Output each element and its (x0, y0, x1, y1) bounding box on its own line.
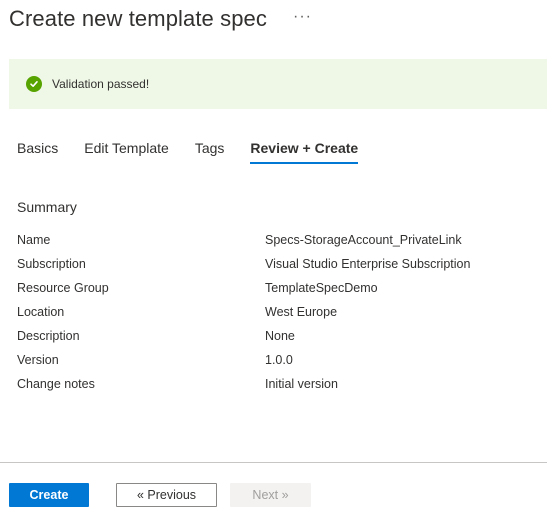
summary-key: Subscription (17, 257, 86, 271)
summary-list: Name Specs-StorageAccount_PrivateLink Su… (17, 228, 537, 396)
previous-button[interactable]: « Previous (116, 483, 217, 507)
tab-basics[interactable]: Basics (17, 140, 58, 164)
footer-divider (0, 462, 547, 463)
summary-row-name: Name Specs-StorageAccount_PrivateLink (17, 228, 537, 252)
tab-tags[interactable]: Tags (195, 140, 225, 164)
summary-value: Visual Studio Enterprise Subscription (265, 257, 471, 271)
next-button[interactable]: Next » (230, 483, 311, 507)
success-check-icon (26, 76, 42, 92)
summary-value: TemplateSpecDemo (265, 281, 378, 295)
summary-row-change-notes: Change notes Initial version (17, 372, 537, 396)
summary-key: Change notes (17, 377, 95, 391)
more-options-icon[interactable]: ··· (293, 9, 312, 25)
wizard-tabs: Basics Edit Template Tags Review + Creat… (17, 140, 384, 164)
summary-value: Initial version (265, 377, 338, 391)
summary-key: Location (17, 305, 65, 319)
summary-key: Name (17, 233, 51, 247)
summary-row-resource-group: Resource Group TemplateSpecDemo (17, 276, 537, 300)
page-title: Create new template spec (9, 6, 267, 31)
tab-edit-template[interactable]: Edit Template (84, 140, 169, 164)
validation-banner: Validation passed! (9, 59, 547, 109)
summary-key: Resource Group (17, 281, 109, 295)
summary-value: 1.0.0 (265, 353, 293, 367)
summary-row-description: Description None (17, 324, 537, 348)
summary-key: Description (17, 329, 80, 343)
validation-message: Validation passed! (52, 77, 150, 91)
summary-row-subscription: Subscription Visual Studio Enterprise Su… (17, 252, 537, 276)
page: Create new template spec ··· Validation … (0, 0, 547, 527)
tab-review-create[interactable]: Review + Create (250, 140, 358, 164)
summary-value: West Europe (265, 305, 338, 319)
summary-row-location: Location West Europe (17, 300, 537, 324)
summary-value: Specs-StorageAccount_PrivateLink (265, 233, 462, 247)
summary-heading: Summary (17, 199, 77, 215)
create-button[interactable]: Create (9, 483, 89, 507)
summary-row-version: Version 1.0.0 (17, 348, 537, 372)
header: Create new template spec ··· (9, 6, 312, 32)
summary-key: Version (17, 353, 59, 367)
summary-value: None (265, 329, 295, 343)
